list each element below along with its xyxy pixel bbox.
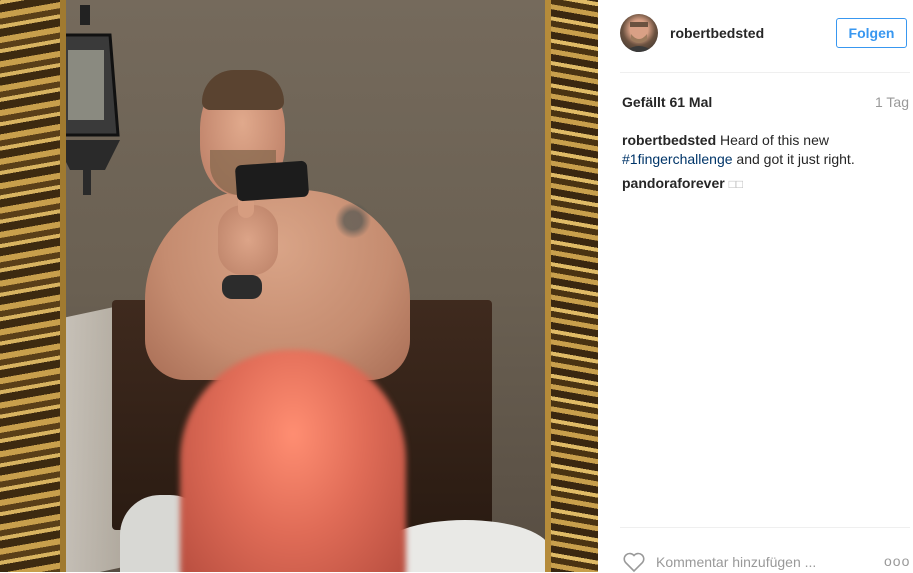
wristwatch: [222, 275, 262, 299]
comment-item: pandoraforever □□: [622, 175, 743, 191]
mirror-frame-left: [0, 0, 66, 572]
post-sidebar: robertbedsted Folgen Gefällt 61 Mal 1 Ta…: [598, 0, 913, 573]
post-header: robertbedsted Folgen: [598, 0, 913, 72]
user-avatar[interactable]: [620, 14, 658, 52]
comment-input[interactable]: [656, 552, 856, 572]
phone: [234, 160, 310, 202]
heart-icon[interactable]: [622, 551, 646, 573]
post-username[interactable]: robertbedsted: [670, 25, 764, 41]
hair: [202, 70, 284, 110]
mirror-frame-right: [545, 0, 598, 572]
post-timestamp[interactable]: 1 Tag: [875, 94, 909, 110]
follow-button[interactable]: Folgen: [836, 18, 907, 48]
divider: [620, 72, 910, 73]
more-options-icon[interactable]: ooo: [884, 553, 910, 569]
comment-username[interactable]: pandoraforever: [622, 175, 725, 191]
tattoo: [333, 198, 373, 243]
blurred-finger: [180, 350, 406, 572]
caption-text-before: Heard of this new: [720, 132, 829, 148]
caption-username[interactable]: robertbedsted: [622, 132, 716, 148]
divider: [620, 527, 910, 528]
avatar-icon: [624, 22, 654, 52]
comment-text: □□: [728, 177, 744, 191]
caption-text-after: and got it just right.: [736, 151, 855, 167]
post-image[interactable]: [0, 0, 598, 572]
post-caption: robertbedsted Heard of this new #1finger…: [622, 131, 892, 169]
likes-count[interactable]: Gefällt 61 Mal: [622, 94, 712, 110]
caption-hashtag[interactable]: #1fingerchallenge: [622, 151, 733, 167]
